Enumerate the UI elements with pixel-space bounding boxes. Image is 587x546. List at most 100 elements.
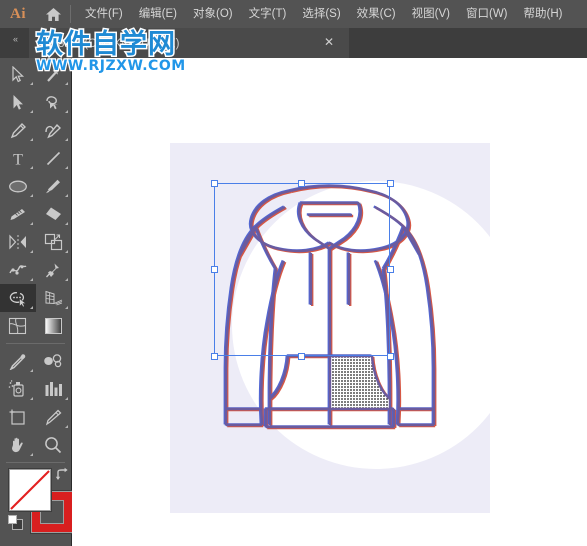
close-icon[interactable]: ✕ xyxy=(322,36,336,50)
tool-flyout-indicator xyxy=(65,306,68,309)
tool-row xyxy=(0,403,71,431)
default-fill-stroke-icon[interactable] xyxy=(8,515,23,535)
selection-handle-br[interactable] xyxy=(387,353,394,360)
blend-tool[interactable] xyxy=(36,347,72,375)
tool-row xyxy=(0,172,71,200)
eyedropper-tool[interactable] xyxy=(0,347,36,375)
menu-window[interactable]: 窗口(W) xyxy=(458,0,516,28)
menu-file[interactable]: 文件(F) xyxy=(77,0,131,28)
line-segment-tool[interactable] xyxy=(36,144,72,172)
column-graph-tool[interactable] xyxy=(36,375,72,403)
tool-flyout-indicator xyxy=(29,397,33,400)
tool-flyout-indicator xyxy=(65,166,68,169)
tool-row xyxy=(0,347,71,375)
shape-builder-tool[interactable] xyxy=(0,284,36,312)
shaper-tool[interactable] xyxy=(0,200,36,228)
tool-row xyxy=(0,375,71,403)
tool-flyout-indicator xyxy=(29,82,33,85)
tool-flyout-indicator xyxy=(65,397,68,400)
selection-handle-bc[interactable] xyxy=(298,353,305,360)
type-tool[interactable]: T xyxy=(0,144,36,172)
slice-tool[interactable] xyxy=(36,403,72,431)
symbol-sprayer-tool[interactable] xyxy=(0,375,36,403)
menu-select[interactable]: 选择(S) xyxy=(294,0,348,28)
tool-row xyxy=(0,284,71,312)
direct-selection-tool[interactable] xyxy=(0,88,36,116)
selection-handle-tr[interactable] xyxy=(387,180,394,187)
tab-grip-icon xyxy=(38,38,52,48)
menu-type[interactable]: 文字(T) xyxy=(241,0,295,28)
rotate-tool[interactable] xyxy=(0,228,36,256)
eraser-tool[interactable] xyxy=(36,200,72,228)
zoom-tool[interactable] xyxy=(36,431,72,459)
tool-flyout-indicator xyxy=(29,166,33,169)
curvature-tool[interactable] xyxy=(36,116,72,144)
selection-tool[interactable] xyxy=(0,60,36,88)
app-logo: Ai xyxy=(10,5,26,22)
home-icon[interactable] xyxy=(36,7,70,22)
selection-handle-ml[interactable] xyxy=(211,266,218,273)
gradient-tool[interactable] xyxy=(36,312,72,340)
tool-flyout-indicator xyxy=(29,278,33,281)
tool-row xyxy=(0,60,71,88)
fill-none-swatch[interactable] xyxy=(9,469,51,511)
artboard xyxy=(170,143,520,513)
document-canvas[interactable] xyxy=(72,58,587,546)
tool-row xyxy=(0,116,71,144)
perspective-grid-tool[interactable] xyxy=(36,284,72,312)
tool-flyout-indicator xyxy=(29,250,33,253)
menu-object[interactable]: 对象(O) xyxy=(185,0,241,28)
document-tab-bar: « 81% (CMYK/GPU 预览) ✕ xyxy=(0,28,587,58)
menu-bar: Ai 文件(F) 编辑(E) 对象(O) 文字(T) 选择(S) 效果(C) 视… xyxy=(0,0,587,28)
tool-row xyxy=(0,200,71,228)
tool-flyout-indicator xyxy=(65,250,68,253)
tool-flyout-indicator xyxy=(29,110,33,113)
menu-view[interactable]: 视图(V) xyxy=(404,0,458,28)
swap-fill-stroke-icon[interactable] xyxy=(54,467,70,487)
selection-handle-bl[interactable] xyxy=(211,353,218,360)
free-transform-tool[interactable] xyxy=(36,256,72,284)
tool-flyout-indicator xyxy=(29,453,33,456)
menu-help[interactable]: 帮助(H) xyxy=(516,0,571,28)
tool-flyout-indicator xyxy=(29,369,33,372)
document-tab[interactable]: 81% (CMYK/GPU 预览) ✕ xyxy=(29,28,349,58)
menu-effect[interactable]: 效果(C) xyxy=(349,0,404,28)
tool-divider xyxy=(6,462,65,463)
tool-flyout-indicator xyxy=(65,110,68,113)
illustrator-window: Ai 文件(F) 编辑(E) 对象(O) 文字(T) 选择(S) 效果(C) 视… xyxy=(0,0,587,546)
menu-divider xyxy=(70,5,71,23)
selection-handle-tc[interactable] xyxy=(298,180,305,187)
tool-flyout-indicator xyxy=(65,194,68,197)
selection-handle-tl[interactable] xyxy=(211,180,218,187)
tool-flyout-indicator xyxy=(29,306,33,309)
ellipse-tool[interactable] xyxy=(0,172,36,200)
selection-bounding-box[interactable] xyxy=(170,143,490,513)
magic-wand-tool[interactable] xyxy=(36,60,72,88)
tool-row: T xyxy=(0,144,71,172)
tool-flyout-indicator xyxy=(65,82,68,85)
lasso-tool[interactable] xyxy=(36,88,72,116)
tool-flyout-indicator xyxy=(29,194,33,197)
tool-flyout-indicator xyxy=(29,138,33,141)
menu-items: 文件(F) 编辑(E) 对象(O) 文字(T) 选择(S) 效果(C) 视图(V… xyxy=(77,0,570,28)
mesh-tool[interactable] xyxy=(0,312,36,340)
tool-flyout-indicator xyxy=(65,138,68,141)
hand-tool[interactable] xyxy=(0,431,36,459)
tab-title: 81% (CMYK/GPU 预览) xyxy=(58,38,180,50)
scale-tool[interactable] xyxy=(36,228,72,256)
tool-row xyxy=(0,431,71,459)
tool-row xyxy=(0,256,71,284)
tool-row xyxy=(0,228,71,256)
tool-row xyxy=(0,312,71,340)
pen-tool[interactable] xyxy=(0,116,36,144)
paintbrush-tool[interactable] xyxy=(36,172,72,200)
artboard-tool[interactable] xyxy=(0,403,36,431)
tool-flyout-indicator xyxy=(65,425,68,428)
menu-edit[interactable]: 编辑(E) xyxy=(131,0,185,28)
selection-handle-mr[interactable] xyxy=(387,266,394,273)
fill-stroke-controls xyxy=(0,467,73,545)
tool-grid: T xyxy=(0,58,71,459)
svg-text:T: T xyxy=(13,151,23,167)
collapse-panel-icon[interactable]: « xyxy=(4,32,26,46)
width-tool[interactable] xyxy=(0,256,36,284)
